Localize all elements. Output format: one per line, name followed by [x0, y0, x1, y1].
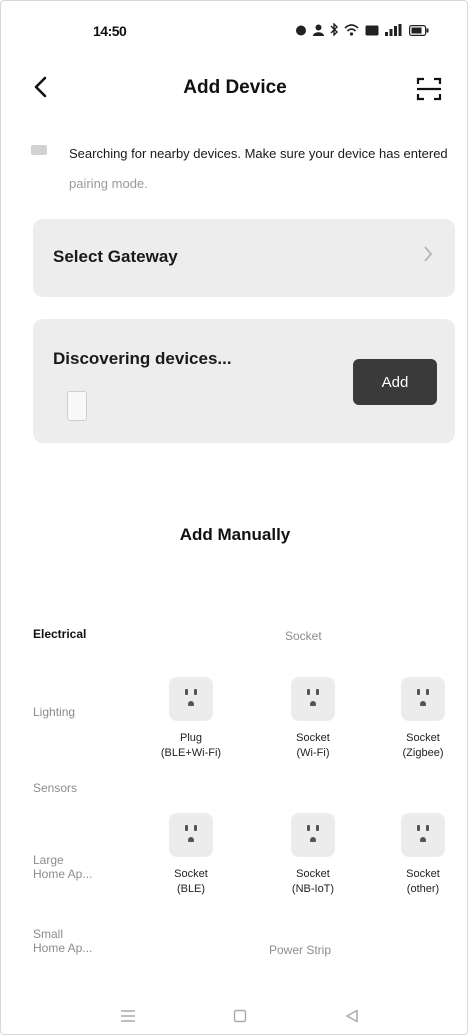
- notice-text: Searching for nearby devices. Make sure …: [69, 139, 449, 199]
- category-large-home-appliances[interactable]: Large Home Ap...: [33, 853, 92, 881]
- battery-icon: [409, 24, 429, 39]
- wifi-icon: [344, 23, 359, 39]
- pairing-mode-link[interactable]: pairing mode.: [69, 176, 148, 191]
- device-label: Socket (BLE): [174, 868, 208, 895]
- navigation-bar: [1, 1001, 467, 1031]
- socket-icon: [169, 813, 213, 857]
- select-gateway-row[interactable]: Select Gateway: [33, 219, 455, 297]
- discovering-label: Discovering devices...: [53, 349, 232, 368]
- device-socket-wifi[interactable]: Socket (Wi-Fi): [273, 677, 353, 761]
- category-small-home-appliances[interactable]: Small Home Ap...: [33, 927, 92, 955]
- socket-icon: [291, 813, 335, 857]
- home-square-icon: [233, 1009, 247, 1023]
- status-bar: 14:50: [1, 19, 467, 49]
- signal-icon: [385, 23, 403, 39]
- group-title-power-strip: Power Strip: [269, 943, 332, 957]
- device-label: Socket (NB-IoT): [291, 868, 335, 895]
- socket-icon: [169, 677, 213, 721]
- search-status-icon: [31, 145, 47, 155]
- scan-icon: [416, 77, 442, 101]
- socket-icon: [401, 677, 445, 721]
- page-title: Add Device: [183, 77, 287, 98]
- device-label: Socket (Wi-Fi): [296, 732, 330, 759]
- discovered-device-icon[interactable]: [67, 391, 87, 421]
- discovering-card: Discovering devices... Add: [33, 319, 455, 443]
- device-socket-other[interactable]: Socket (other): [383, 813, 463, 897]
- device-label: Socket (other): [406, 868, 440, 895]
- screen-icon: [365, 24, 379, 39]
- add-manually-title: Add Manually: [179, 525, 291, 544]
- select-gateway-label: Select Gateway: [53, 247, 178, 266]
- person-icon: [313, 24, 324, 39]
- device-socket-nb-iot[interactable]: Socket (NB-IoT): [273, 813, 353, 897]
- device-label: Socket (Zigbee): [402, 732, 444, 759]
- group-title-socket: Socket: [285, 629, 322, 643]
- device-plug-ble-wifi[interactable]: Plug (BLE+Wi-Fi): [151, 677, 231, 761]
- notice-message: Searching for nearby devices. Make sure …: [69, 146, 448, 161]
- status-icons: [295, 22, 429, 39]
- category-sensors[interactable]: Sensors: [33, 781, 77, 795]
- alarm-icon: [295, 24, 307, 39]
- category-lighting[interactable]: Lighting: [33, 705, 75, 719]
- recent-apps-button[interactable]: [113, 1003, 143, 1029]
- device-label: Plug (BLE+Wi-Fi): [160, 732, 222, 759]
- device-socket-zigbee[interactable]: Socket (Zigbee): [383, 677, 463, 761]
- socket-icon: [401, 813, 445, 857]
- header: Add Device: [1, 63, 467, 111]
- device-socket-ble[interactable]: Socket (BLE): [151, 813, 231, 897]
- back-triangle-icon: [346, 1009, 358, 1023]
- category-electrical[interactable]: Electrical: [33, 627, 86, 641]
- chevron-right-icon: [423, 243, 433, 269]
- phone-screen: 14:50 Add Device Searching for nearby de…: [0, 0, 468, 1035]
- status-time: 14:50: [93, 23, 127, 39]
- home-button[interactable]: [225, 1003, 255, 1029]
- bluetooth-icon: [330, 22, 338, 39]
- add-button[interactable]: Add: [353, 359, 437, 405]
- back-nav-button[interactable]: [337, 1003, 367, 1029]
- menu-icon: [121, 1010, 135, 1022]
- scan-button[interactable]: [415, 75, 443, 103]
- socket-icon: [291, 677, 335, 721]
